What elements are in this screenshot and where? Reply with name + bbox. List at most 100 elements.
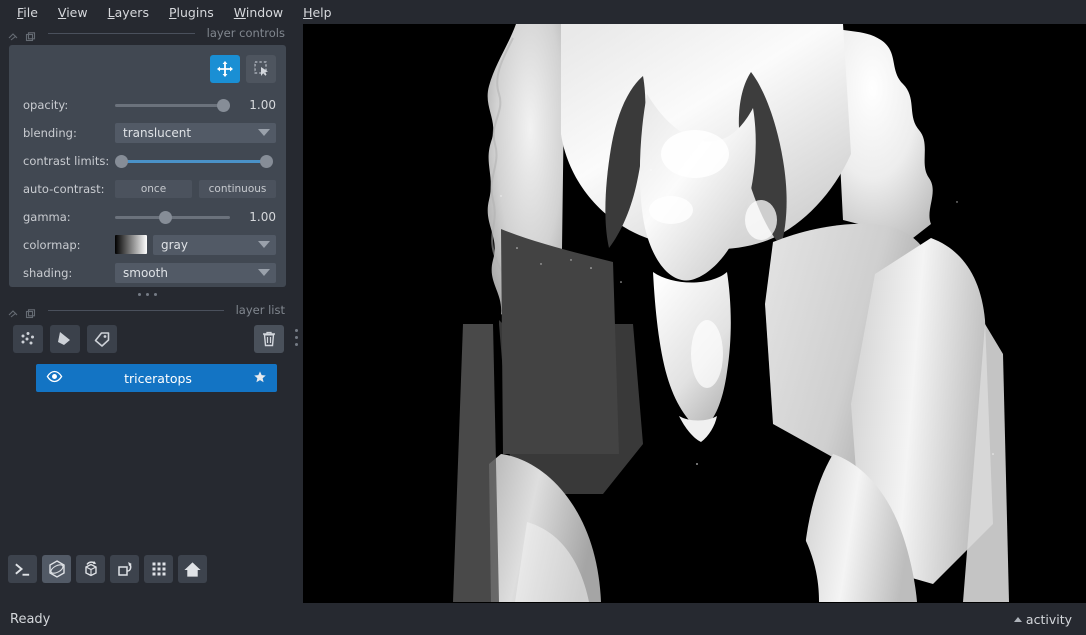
- layer-visibility-toggle[interactable]: [46, 368, 63, 389]
- menu-bar: File View Layers Plugins Window Help: [0, 0, 1086, 24]
- dock-undock-icon[interactable]: [25, 28, 36, 41]
- gamma-slider[interactable]: [115, 208, 230, 226]
- dock-splitter-horizontal[interactable]: [0, 287, 295, 301]
- auto-contrast-label: auto-contrast:: [23, 181, 105, 196]
- move-icon: [217, 61, 233, 77]
- reset-view-button[interactable]: [178, 555, 207, 583]
- shading-dropdown[interactable]: smooth: [115, 262, 276, 283]
- menu-view[interactable]: View: [49, 2, 97, 23]
- transform-button[interactable]: [246, 55, 276, 83]
- menu-file[interactable]: File: [8, 2, 47, 23]
- layer-thumbnail: [253, 369, 267, 388]
- auto-contrast-continuous-button[interactable]: continuous: [199, 179, 276, 198]
- gamma-value: 1.00: [249, 209, 276, 224]
- layer-list-panel: triceratops: [9, 319, 286, 392]
- blending-dropdown[interactable]: translucent: [115, 122, 276, 143]
- layer-list-title: layer list: [235, 303, 285, 317]
- dock-title-divider: [48, 32, 195, 34]
- layer-list-dock-title: layer list: [0, 301, 295, 319]
- activity-label: activity: [1025, 611, 1072, 627]
- points-icon: [21, 332, 34, 345]
- eye-icon: [46, 370, 63, 382]
- left-dock-column: layer controls opacity: 1.00 blending: t…: [0, 24, 298, 611]
- star-icon: [254, 370, 266, 382]
- shading-label: shading:: [23, 265, 73, 280]
- colormap-row: colormap: gray: [19, 234, 276, 255]
- triceratops-surface-render: [303, 24, 1086, 603]
- blending-label: blending:: [23, 125, 77, 140]
- blending-row: blending: translucent: [19, 122, 276, 143]
- layer-buttons-row: [9, 319, 286, 361]
- colormap-dropdown[interactable]: gray: [153, 234, 276, 255]
- transpose-dimensions-button[interactable]: [110, 555, 139, 583]
- pan-zoom-button[interactable]: [210, 55, 240, 83]
- transpose-icon: [117, 562, 132, 576]
- contrast-limits-row: contrast limits:: [19, 151, 276, 170]
- mode-button-row: [19, 55, 276, 83]
- shapes-icon: [58, 332, 70, 345]
- menu-plugins[interactable]: Plugins: [160, 2, 223, 23]
- dock-float-icon[interactable]: [8, 305, 19, 317]
- cube-3d-icon: [48, 560, 65, 578]
- opacity-value: 1.00: [249, 97, 276, 112]
- layer-controls-dock-title: layer controls: [0, 24, 295, 42]
- splitter-dot: [146, 292, 149, 296]
- splitter-dot: [294, 328, 298, 332]
- contrast-limits-high-handle[interactable]: [260, 154, 273, 168]
- grid-icon: [152, 562, 165, 576]
- console-button[interactable]: [8, 555, 37, 583]
- viewer-canvas[interactable]: [303, 24, 1086, 603]
- splitter-dot: [294, 342, 298, 346]
- layer-list-item-triceratops[interactable]: triceratops: [36, 364, 277, 392]
- contrast-limits-slider[interactable]: [115, 152, 273, 170]
- chevron-down-icon: [258, 269, 270, 276]
- shading-value: smooth: [123, 265, 168, 280]
- opacity-row: opacity: 1.00: [19, 95, 276, 114]
- menu-window[interactable]: Window: [225, 2, 292, 23]
- napari-window: File View Layers Plugins Window Help lay…: [0, 0, 1086, 635]
- new-labels-layer-button[interactable]: [87, 325, 117, 353]
- roll-dimensions-button[interactable]: [76, 555, 105, 583]
- new-shapes-layer-button[interactable]: [50, 325, 80, 353]
- contrast-limits-range: [121, 159, 267, 163]
- menu-layers[interactable]: Layers: [99, 2, 158, 23]
- splitter-dot: [294, 335, 298, 339]
- layer-controls-title: layer controls: [206, 26, 285, 40]
- shadow-mid: [501, 229, 619, 454]
- grid-view-button[interactable]: [144, 555, 173, 583]
- dock-float-icon[interactable]: [8, 28, 19, 40]
- colormap-label: colormap:: [23, 237, 81, 252]
- dock-splitter-vertical[interactable]: [292, 324, 300, 350]
- status-message: Ready: [10, 611, 51, 627]
- contrast-limits-low-handle[interactable]: [115, 154, 128, 168]
- trash-icon: [263, 331, 275, 347]
- colormap-swatch: [115, 235, 147, 254]
- auto-contrast-once-button[interactable]: once: [115, 179, 192, 198]
- gamma-track: [115, 215, 230, 219]
- delete-layer-button[interactable]: [254, 325, 284, 353]
- new-points-layer-button[interactable]: [13, 325, 43, 353]
- splitter-dot: [154, 292, 157, 296]
- gamma-label: gamma:: [23, 209, 71, 224]
- dock-undock-icon[interactable]: [25, 305, 36, 318]
- dock-title-divider: [48, 309, 224, 311]
- caret-up-icon: [1013, 616, 1022, 622]
- controls-grid: opacity: 1.00 blending: translucent cont…: [19, 95, 276, 283]
- chevron-down-icon: [258, 241, 270, 248]
- auto-contrast-row: auto-contrast: once continuous: [19, 179, 276, 198]
- labels-icon: [94, 332, 110, 347]
- opacity-handle[interactable]: [217, 98, 230, 112]
- splitter-dot: [138, 292, 141, 296]
- ndisplay-toggle-button[interactable]: [42, 555, 71, 583]
- blending-value: translucent: [123, 125, 192, 140]
- transform-icon: [254, 61, 268, 76]
- activity-button[interactable]: activity: [1013, 611, 1072, 627]
- status-bar: Ready activity: [0, 603, 1086, 635]
- gamma-row: gamma: 1.00: [19, 207, 276, 226]
- opacity-slider[interactable]: [115, 96, 230, 114]
- colormap-value: gray: [161, 237, 189, 252]
- gamma-handle[interactable]: [158, 210, 172, 224]
- opacity-label: opacity:: [23, 97, 69, 112]
- contrast-limits-label: contrast limits:: [23, 153, 110, 168]
- menu-help[interactable]: Help: [294, 2, 341, 23]
